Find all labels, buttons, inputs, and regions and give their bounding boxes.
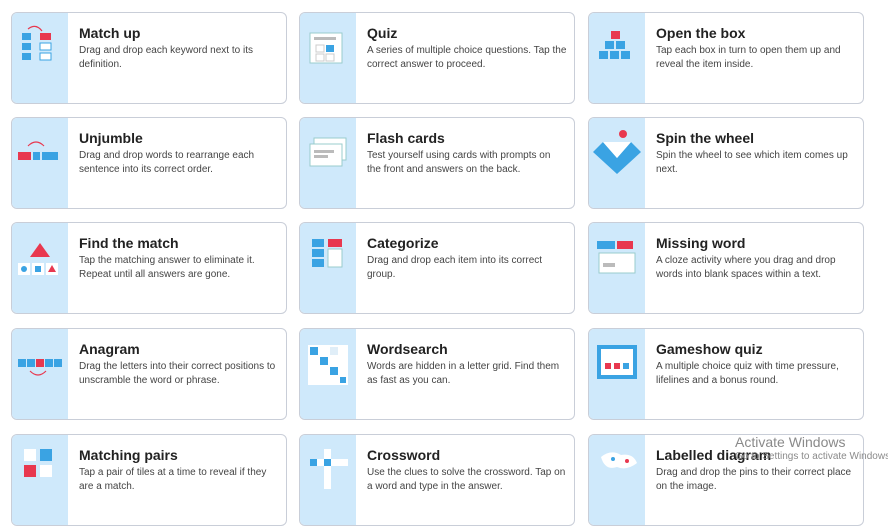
template-description: Drag and drop each keyword next to its d… bbox=[79, 45, 253, 70]
template-card-flash-cards[interactable]: Flash cards Test yourself using cards wi… bbox=[299, 117, 575, 209]
template-title: Matching pairs bbox=[79, 447, 178, 463]
template-description: Drag and drop each item into its correct… bbox=[367, 255, 543, 280]
open-the-box-icon bbox=[599, 31, 630, 59]
template-description: Spin the wheel to see which item comes u… bbox=[656, 150, 848, 175]
template-title: Gameshow quiz bbox=[656, 341, 763, 357]
template-thumbnail bbox=[589, 13, 645, 103]
template-thumbnail bbox=[12, 118, 68, 208]
template-thumbnail bbox=[300, 435, 356, 525]
template-thumbnail bbox=[589, 223, 645, 313]
template-title: Categorize bbox=[367, 235, 439, 251]
template-card-gameshow-quiz[interactable]: Gameshow quiz A multiple choice quiz wit… bbox=[588, 328, 864, 420]
template-card-anagram[interactable]: Anagram Drag the letters into their corr… bbox=[11, 328, 287, 420]
template-title: Find the match bbox=[79, 235, 179, 251]
anagram-icon bbox=[18, 359, 62, 376]
template-thumbnail bbox=[12, 223, 68, 313]
template-description: Tap each box in turn to open them up and… bbox=[656, 45, 841, 70]
template-thumbnail bbox=[12, 13, 68, 103]
template-title: Flash cards bbox=[367, 130, 445, 146]
template-card-open-the-box[interactable]: Open the box Tap each box in turn to ope… bbox=[588, 12, 864, 104]
template-description: Drag and drop the pins to their correct … bbox=[656, 467, 852, 492]
template-thumbnail bbox=[589, 435, 645, 525]
template-description: Drag the letters into their correct posi… bbox=[79, 361, 276, 386]
template-thumbnail bbox=[300, 13, 356, 103]
template-card-labelled-diagram[interactable]: Labelled diagram Drag and drop the pins … bbox=[588, 434, 864, 526]
missing-word-icon bbox=[597, 241, 636, 274]
template-thumbnail bbox=[12, 329, 68, 419]
template-description: Drag and drop words to rearrange each se… bbox=[79, 150, 255, 175]
activity-template-grid: Match up Drag and drop each keyword next… bbox=[0, 0, 888, 526]
template-description: Use the clues to solve the crossword. Ta… bbox=[367, 467, 566, 492]
gameshow-quiz-icon bbox=[597, 345, 637, 379]
template-thumbnail bbox=[300, 329, 356, 419]
template-title: Quiz bbox=[367, 25, 398, 41]
template-title: Crossword bbox=[367, 447, 441, 463]
template-card-missing-word[interactable]: Missing word A cloze activity where you … bbox=[588, 222, 864, 314]
categorize-icon bbox=[312, 239, 343, 268]
find-the-match-icon bbox=[18, 243, 58, 275]
template-title: Anagram bbox=[79, 341, 140, 357]
template-description: A cloze activity where you drag and drop… bbox=[656, 255, 836, 280]
template-card-quiz[interactable]: Quiz A series of multiple choice questio… bbox=[299, 12, 575, 104]
template-title: Unjumble bbox=[79, 130, 143, 146]
template-card-categorize[interactable]: Categorize Drag and drop each item into … bbox=[299, 222, 575, 314]
template-title: Spin the wheel bbox=[656, 130, 755, 146]
template-description: Tap the matching answer to eliminate it.… bbox=[79, 255, 255, 280]
template-card-crossword[interactable]: Crossword Use the clues to solve the cro… bbox=[299, 434, 575, 526]
template-description: A multiple choice quiz with time pressur… bbox=[656, 361, 839, 386]
unjumble-icon bbox=[18, 141, 58, 160]
template-card-find-the-match[interactable]: Find the match Tap the matching answer t… bbox=[11, 222, 287, 314]
template-thumbnail bbox=[589, 118, 645, 208]
template-card-spin-the-wheel[interactable]: Spin the wheel Spin the wheel to see whi… bbox=[588, 117, 864, 209]
flash-cards-icon bbox=[309, 137, 347, 167]
template-description: Test yourself using cards with prompts o… bbox=[367, 150, 551, 175]
labelled-diagram-icon bbox=[601, 452, 637, 469]
template-description: A series of multiple choice questions. T… bbox=[367, 45, 567, 70]
match-up-icon bbox=[22, 25, 52, 61]
template-title: Open the box bbox=[656, 25, 746, 41]
template-thumbnail bbox=[300, 223, 356, 313]
template-card-wordsearch[interactable]: Wordsearch Words are hidden in a letter … bbox=[299, 328, 575, 420]
template-title: Labelled diagram bbox=[656, 447, 772, 463]
template-title: Wordsearch bbox=[367, 341, 448, 357]
template-thumbnail bbox=[300, 118, 356, 208]
template-card-matching-pairs[interactable]: Matching pairs Tap a pair of tiles at a … bbox=[11, 434, 287, 526]
crossword-icon bbox=[310, 449, 348, 489]
spin-the-wheel-icon bbox=[593, 130, 641, 174]
template-title: Match up bbox=[79, 25, 141, 41]
template-thumbnail bbox=[12, 435, 68, 525]
template-description: Tap a pair of tiles at a time to reveal … bbox=[79, 467, 267, 492]
template-title: Missing word bbox=[656, 235, 746, 251]
template-description: Words are hidden in a letter grid. Find … bbox=[367, 361, 560, 386]
quiz-icon bbox=[309, 32, 343, 64]
template-card-unjumble[interactable]: Unjumble Drag and drop words to rearrang… bbox=[11, 117, 287, 209]
matching-pairs-icon bbox=[24, 449, 52, 477]
wordsearch-icon bbox=[308, 345, 348, 385]
template-thumbnail bbox=[589, 329, 645, 419]
template-card-match-up[interactable]: Match up Drag and drop each keyword next… bbox=[11, 12, 287, 104]
